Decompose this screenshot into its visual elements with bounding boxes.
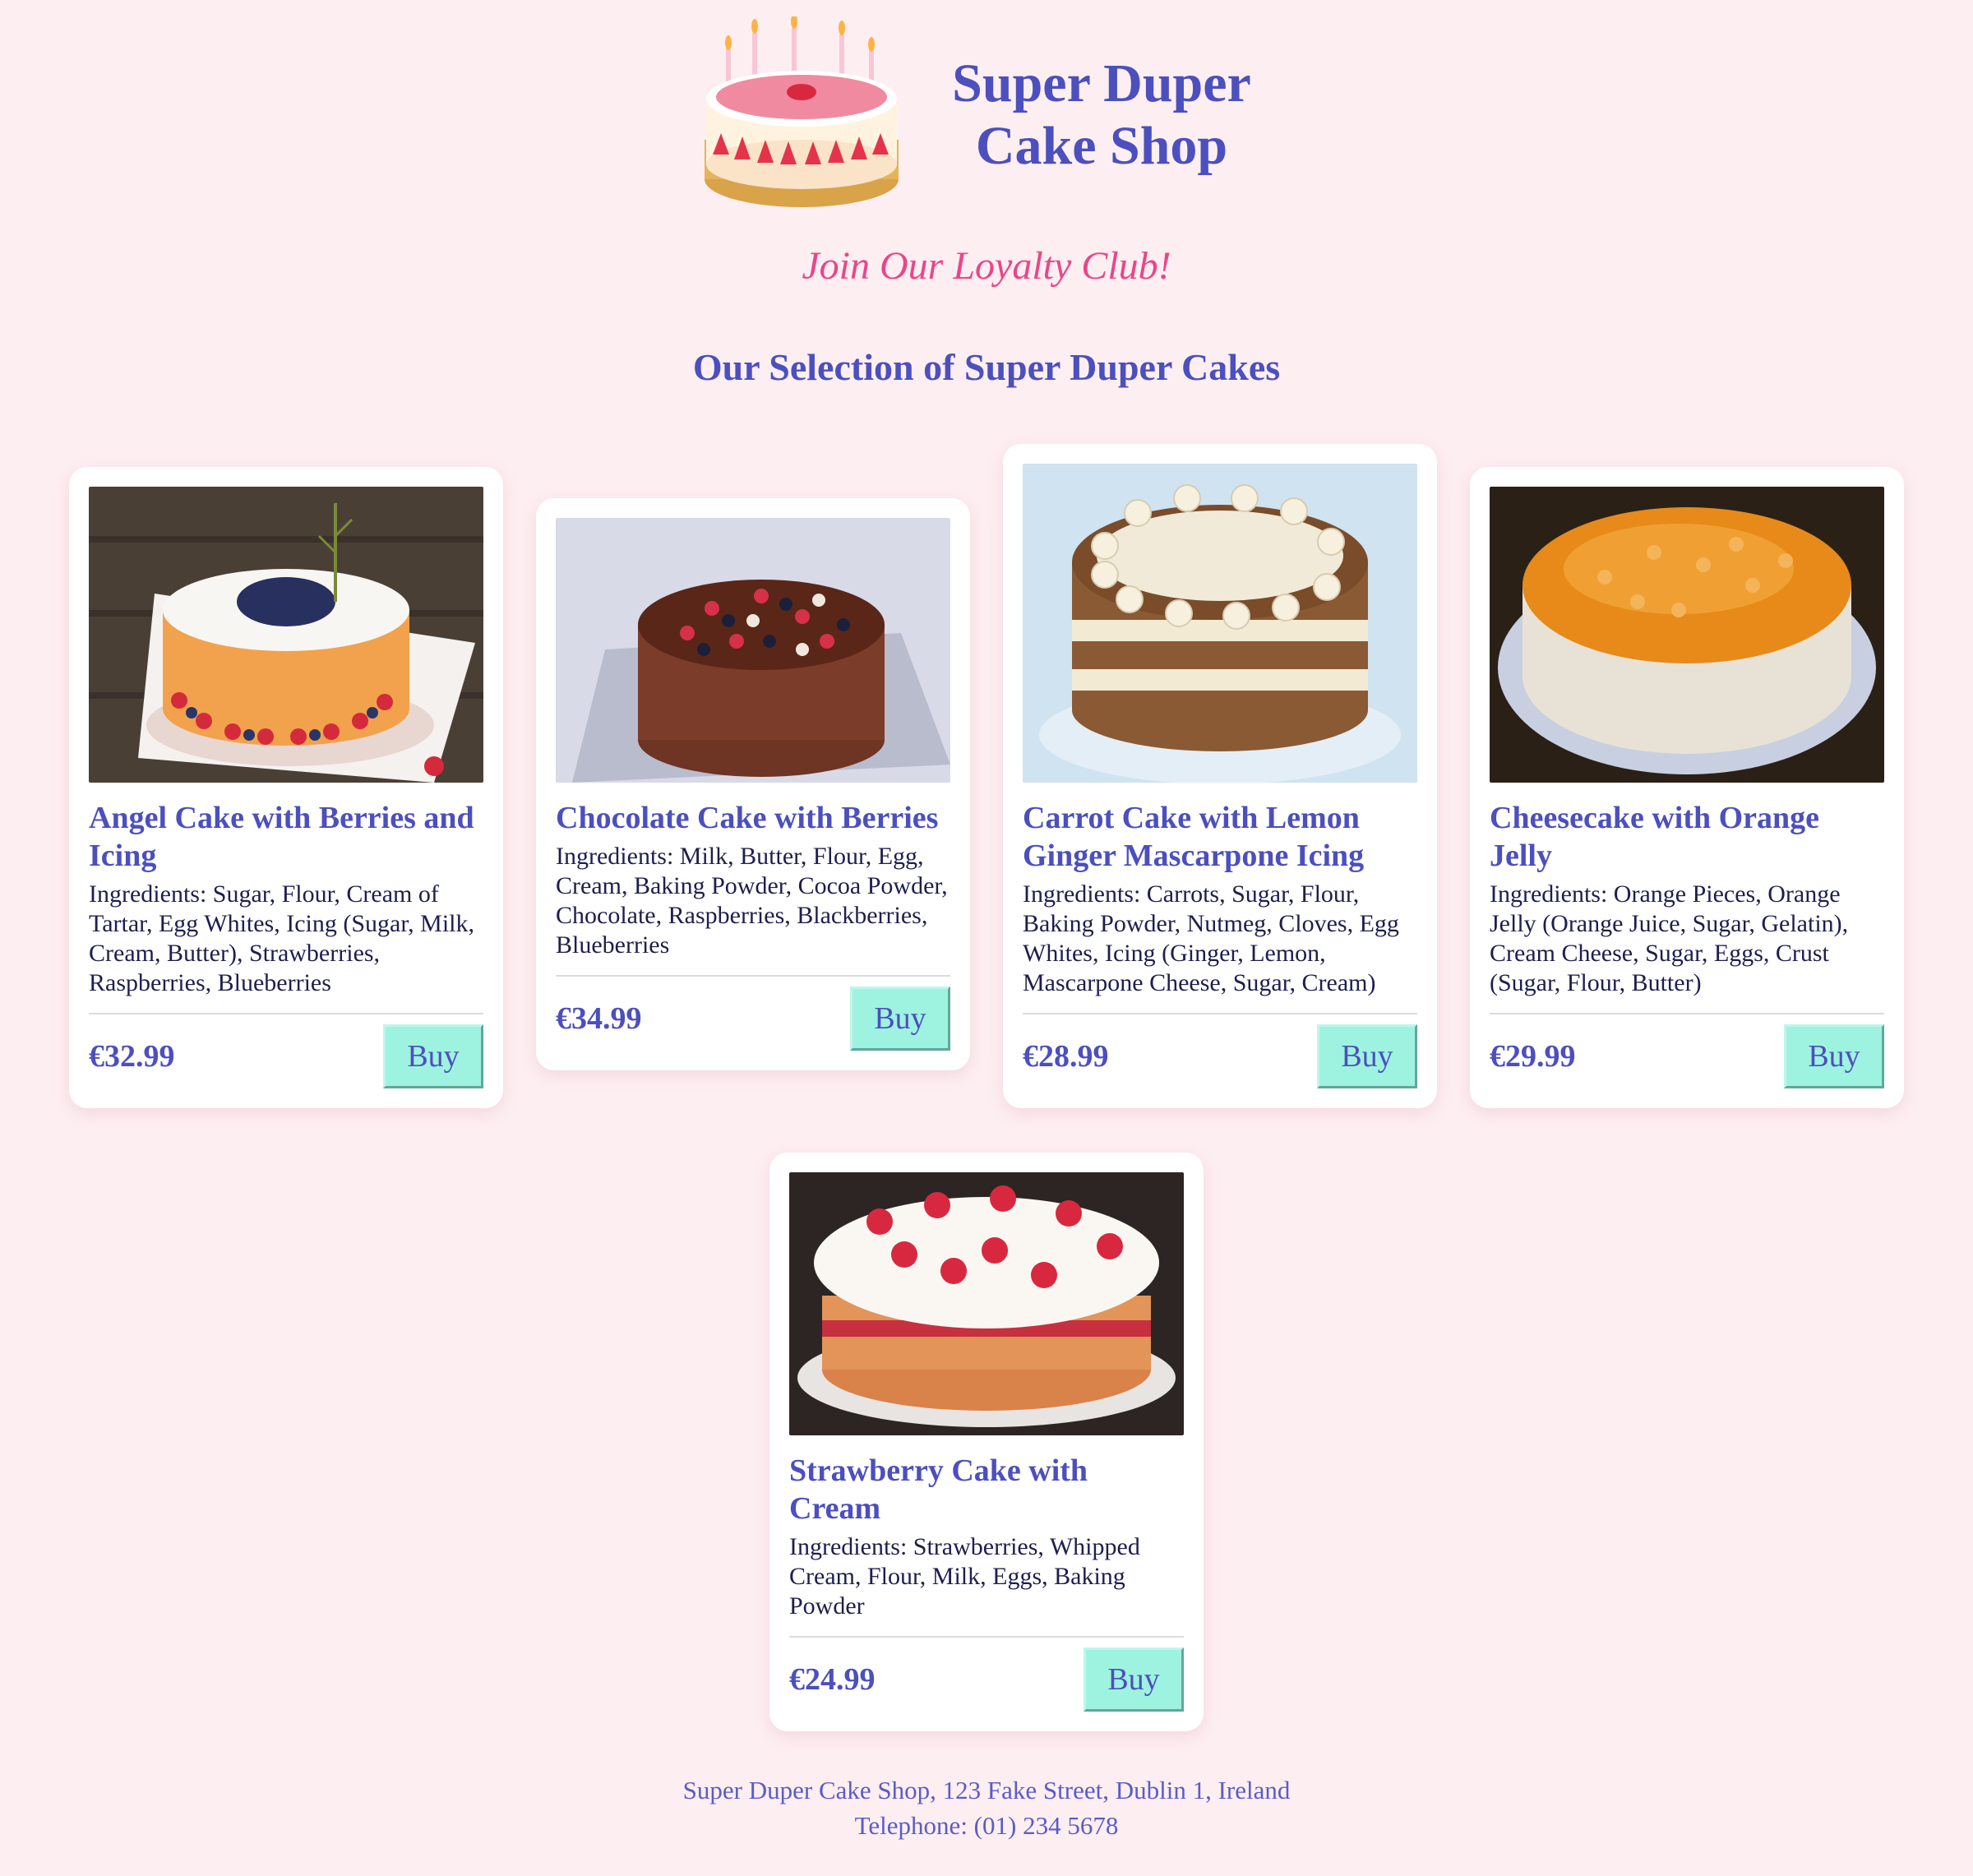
selection-heading: Our Selection of Super Duper Cakes [692,346,1281,388]
card-divider [89,1013,483,1014]
buy-button[interactable]: Buy [383,1024,483,1088]
buy-button[interactable]: Buy [1317,1024,1417,1088]
cake-name: Carrot Cake with Lemon Ginger Mascarpone… [1023,801,1365,873]
cake-card-angel: Angel Cake with Berries and Icing Ingred… [69,467,503,1108]
carrot-cake-photo [1023,464,1417,783]
card-divider [556,975,950,977]
chocolate-cake-photo [556,518,950,783]
cake-card-chocolate: Chocolate Cake with Berries Ingredients:… [536,498,970,1070]
cake-price: €32.99 [89,1039,175,1074]
cake-price: €28.99 [1023,1039,1109,1074]
site-header: Super Duper Cake Shop [0,16,1973,214]
cake-ingredients: Ingredients: Sugar, Flour, Cream of Tart… [89,880,474,996]
cake-name: Strawberry Cake with Cream [789,1453,1088,1526]
buy-button[interactable]: Buy [1084,1647,1184,1712]
site-footer: Super Duper Cake Shop, 123 Fake Street, … [0,1772,1973,1843]
cake-ingredients: Ingredients: Strawberries, Whipped Cream… [789,1533,1140,1620]
shop-title: Super Duper Cake Shop [925,53,1278,178]
shop-title-line-2: Cake Shop [975,116,1228,176]
cake-price: €29.99 [1490,1039,1576,1074]
cheesecake-photo [1490,487,1884,783]
shop-title-line-1: Super Duper [952,53,1251,113]
buy-button[interactable]: Buy [1784,1024,1884,1088]
card-footer: €34.99 Buy [556,987,950,1051]
cake-card-carrot: Carrot Cake with Lemon Ginger Mascarpone… [1003,444,1437,1108]
loyalty-club-link[interactable]: Join Our Loyalty Club! [0,243,1973,289]
cake-price: €34.99 [556,1001,642,1036]
page: Super Duper Cake Shop Join Our Loyalty C… [0,0,1973,1876]
card-divider [789,1636,1184,1638]
cake-card-cheesecake: Cheesecake with Orange Jelly Ingredients… [1470,467,1904,1108]
cake-price: €24.99 [789,1662,876,1697]
footer-address: Super Duper Cake Shop, 123 Fake Street, … [682,1776,1291,1804]
cake-name: Cheesecake with Orange Jelly [1490,801,1820,873]
cake-ingredients: Ingredients: Carrots, Sugar, Flour, Baki… [1023,880,1399,996]
card-divider [1490,1013,1884,1014]
cake-ingredients: Ingredients: Milk, Butter, Flour, Egg, C… [556,843,948,959]
card-footer: €29.99 Buy [1490,1024,1884,1088]
cake-name: Angel Cake with Berries and Icing [89,801,474,873]
card-footer: €32.99 Buy [89,1024,483,1088]
card-footer: €24.99 Buy [789,1647,1184,1712]
card-divider [1023,1013,1417,1014]
birthday-cake-icon [705,16,899,207]
card-footer: €28.99 Buy [1023,1024,1417,1088]
angel-cake-photo [89,487,483,783]
buy-button[interactable]: Buy [850,987,950,1051]
footer-telephone: Telephone: (01) 234 5678 [854,1811,1119,1840]
strawberry-cake-photo [789,1172,1184,1435]
cake-ingredients: Ingredients: Orange Pieces, Orange Jelly… [1490,880,1849,996]
cake-name: Chocolate Cake with Berries [556,801,939,835]
cake-card-strawberry: Strawberry Cake with Cream Ingredients: … [769,1153,1204,1731]
